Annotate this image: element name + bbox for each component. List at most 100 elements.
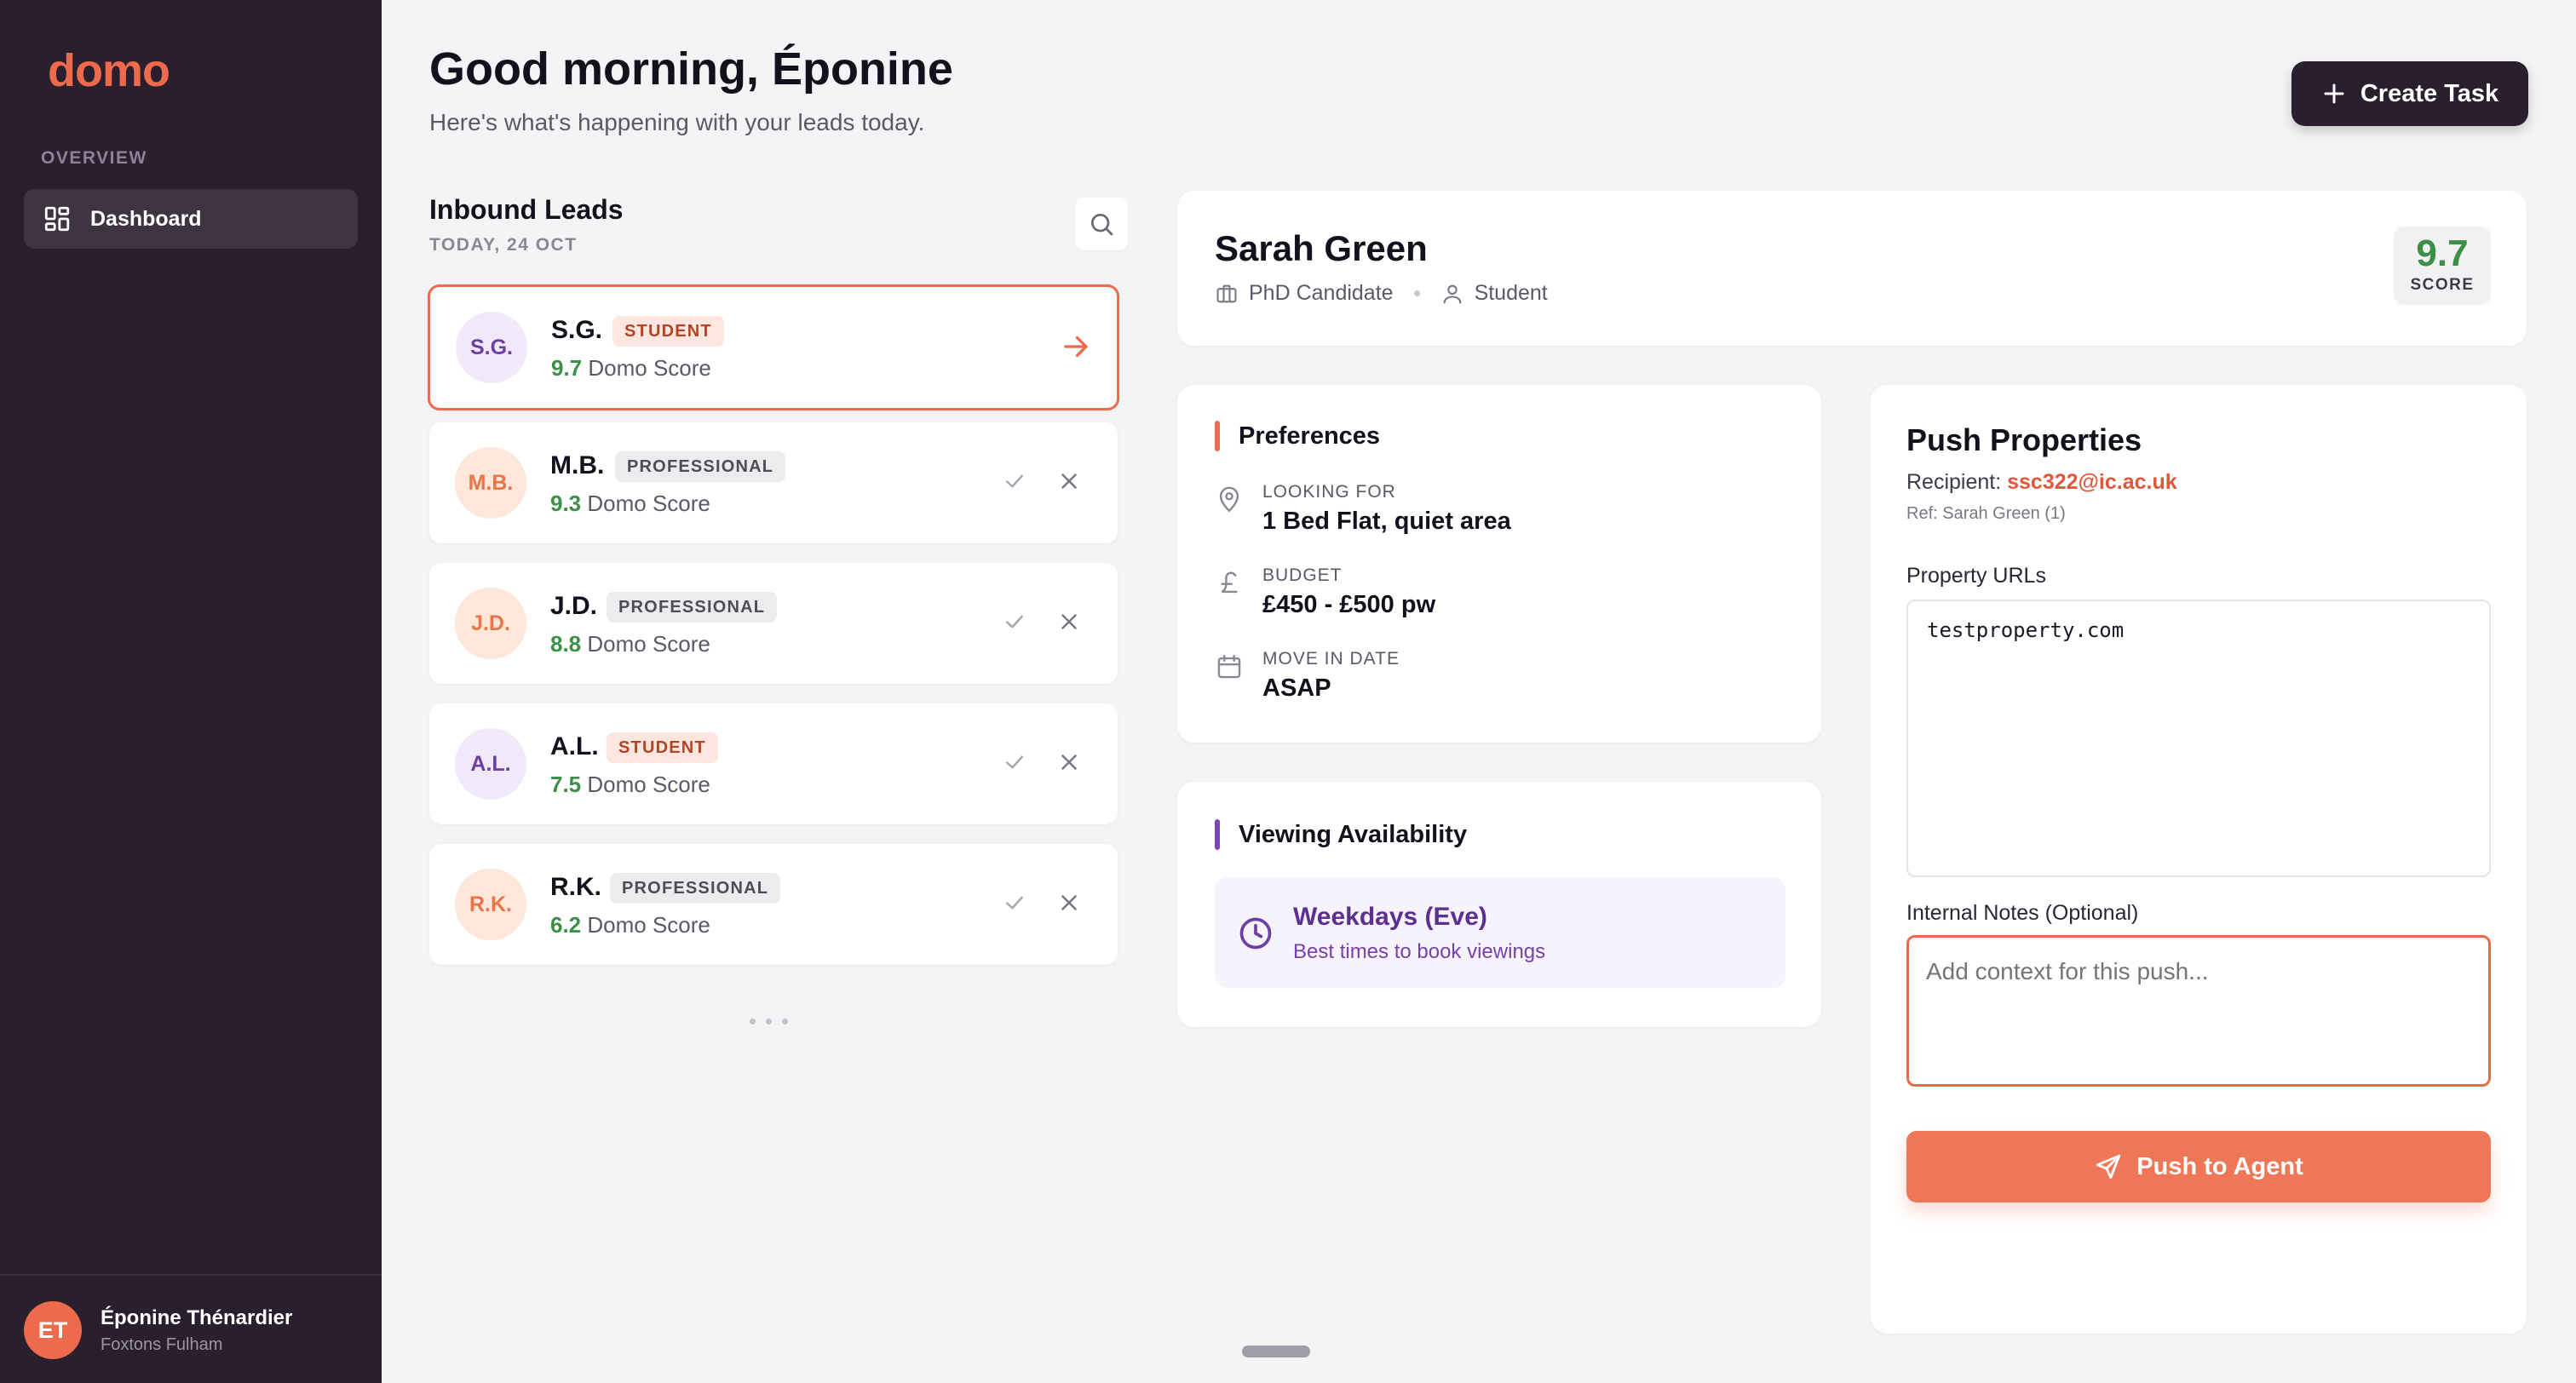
pref-label: LOOKING FOR: [1262, 482, 1396, 502]
sidebar-item-label: Dashboard: [90, 206, 202, 231]
lead-avatar: J.D.: [455, 588, 526, 659]
user-name: Éponine Thénardier: [101, 1306, 293, 1329]
lead-score-value: 6.2: [550, 912, 582, 938]
search-button[interactable]: [1075, 198, 1128, 250]
lead-initials: J.D.: [550, 592, 598, 620]
pref-value: ASAP: [1262, 674, 1331, 702]
lead-avatar: S.G.: [456, 312, 527, 383]
lead-score: 7.5 Domo Score: [550, 772, 710, 798]
page-title: Good morning, Éponine: [429, 43, 953, 95]
pref-label: MOVE IN DATE: [1262, 649, 1400, 669]
internal-notes-label: Internal Notes (Optional): [1906, 901, 2139, 925]
clock-icon: [1239, 917, 1272, 950]
pound-icon: [1221, 571, 1238, 594]
nav-section-label: OVERVIEW: [41, 148, 147, 168]
recipient: Recipient: ssc322@ic.ac.uk: [1906, 470, 2177, 495]
lead-card[interactable]: M.B. M.B. PROFESSIONAL 9.3 Domo Score: [429, 422, 1118, 543]
reject-x-icon[interactable]: [1056, 749, 1082, 775]
recipient-label: Recipient:: [1906, 470, 2002, 494]
lead-score-suffix: Domo Score: [588, 355, 711, 381]
create-task-button[interactable]: Create Task: [2291, 61, 2528, 126]
profile-type: Student: [1474, 281, 1548, 305]
more-indicator: [750, 1019, 788, 1024]
preferences-title-label: Preferences: [1239, 422, 1381, 450]
accept-check-icon[interactable]: [1002, 609, 1027, 634]
lead-score-suffix: Domo Score: [587, 912, 710, 938]
lead-type-tag: STUDENT: [607, 732, 718, 763]
avatar[interactable]: ET: [24, 1301, 82, 1359]
viewing-title: Viewing Availability: [1215, 819, 1467, 850]
pref-label: BUDGET: [1262, 565, 1343, 585]
reject-x-icon[interactable]: [1056, 468, 1082, 494]
viewing-availability-card: Viewing Availability Weekdays (Eve) Best…: [1177, 782, 1821, 1027]
viewing-slot-title: Weekdays (Eve): [1293, 903, 1487, 931]
push-to-agent-button[interactable]: Push to Agent: [1906, 1131, 2491, 1202]
recipient-email[interactable]: ssc322@ic.ac.uk: [2007, 470, 2177, 494]
lead-initials: S.G.: [551, 316, 603, 344]
dashboard-grid-icon: [44, 206, 70, 232]
lead-type-tag: PROFESSIONAL: [615, 451, 786, 482]
app-logo[interactable]: domo: [48, 44, 170, 97]
send-icon: [2096, 1154, 2121, 1179]
arrow-right-icon[interactable]: [1061, 331, 1091, 362]
lead-score-value: 9.7: [551, 355, 583, 381]
lead-type-tag: PROFESSIONAL: [607, 592, 778, 623]
lead-score: 8.8 Domo Score: [550, 631, 710, 657]
property-urls-label: Property URLs: [1906, 564, 2046, 588]
user-profile[interactable]: ET Éponine Thénardier Foxtons Fulham: [0, 1274, 382, 1383]
lead-card[interactable]: A.L. A.L. STUDENT 7.5 Domo Score: [429, 703, 1118, 824]
lead-type-tag: STUDENT: [612, 316, 724, 347]
lead-score-value: 9.3: [550, 491, 582, 516]
viewing-slot-note: Best times to book viewings: [1293, 940, 1546, 963]
lead-avatar: M.B.: [455, 447, 526, 519]
page-subtitle: Here's what's happening with your leads …: [429, 109, 925, 135]
accept-check-icon[interactable]: [1002, 749, 1027, 775]
internal-notes-input[interactable]: [1906, 935, 2491, 1087]
meta-separator: [1413, 290, 1420, 296]
accent-bar: [1215, 819, 1220, 850]
briefcase-icon: [1216, 284, 1237, 302]
lead-initials: A.L.: [550, 732, 599, 760]
score-badge: 9.7 SCORE: [2394, 227, 2491, 305]
preferences-title: Preferences: [1215, 421, 1380, 451]
profile-name: Sarah Green: [1215, 228, 1428, 268]
lead-score-suffix: Domo Score: [587, 491, 710, 516]
lead-score-value: 8.8: [550, 631, 582, 657]
pref-value: 1 Bed Flat, quiet area: [1262, 508, 1511, 535]
create-task-label: Create Task: [2360, 79, 2499, 107]
calendar-icon: [1217, 655, 1241, 679]
lead-card[interactable]: J.D. J.D. PROFESSIONAL 8.8 Domo Score: [429, 563, 1118, 684]
lead-card[interactable]: R.K. R.K. PROFESSIONAL 6.2 Domo Score: [429, 844, 1118, 965]
lead-profile-card: Sarah Green PhD Candidate Student 9.7 SC…: [1177, 191, 2527, 346]
pref-value: £450 - £500 pw: [1262, 591, 1436, 618]
lead-card[interactable]: S.G. S.G. STUDENT 9.7 Domo Score: [428, 284, 1119, 410]
plus-icon: [2324, 83, 2344, 104]
preferences-card: Preferences LOOKING FOR 1 Bed Flat, quie…: [1177, 385, 1821, 743]
reject-x-icon[interactable]: [1056, 890, 1082, 915]
leads-date: TODAY, 24 OCT: [429, 235, 578, 255]
profile-occupation: PhD Candidate: [1249, 281, 1394, 305]
push-to-agent-label: Push to Agent: [2136, 1152, 2303, 1180]
accept-check-icon[interactable]: [1002, 468, 1027, 494]
profile-meta: PhD Candidate Student: [1215, 281, 1548, 306]
push-title: Push Properties: [1906, 422, 2142, 457]
sidebar-item-dashboard[interactable]: Dashboard: [24, 189, 358, 249]
reject-x-icon[interactable]: [1056, 609, 1082, 634]
accept-check-icon[interactable]: [1002, 890, 1027, 915]
lead-score: 9.3 Domo Score: [550, 491, 710, 517]
map-pin-icon: [1219, 486, 1239, 513]
lead-avatar: R.K.: [455, 869, 526, 940]
lead-score-value: 7.5: [550, 772, 582, 797]
push-properties-card: Push Properties Recipient: ssc322@ic.ac.…: [1871, 385, 2527, 1334]
leads-title: Inbound Leads: [429, 194, 624, 225]
user-org: Foxtons Fulham: [101, 1335, 223, 1354]
property-urls-input[interactable]: testproperty.com: [1906, 600, 2491, 877]
accent-bar: [1215, 421, 1220, 451]
sidebar: domo OVERVIEW Dashboard ET Éponine Théna…: [0, 0, 382, 1383]
lead-score: 9.7 Domo Score: [551, 355, 711, 382]
lead-type-tag: PROFESSIONAL: [610, 873, 781, 904]
lead-score-suffix: Domo Score: [587, 631, 710, 657]
viewing-slot: Weekdays (Eve) Best times to book viewin…: [1215, 877, 1785, 988]
lead-avatar: A.L.: [455, 728, 526, 800]
reference: Ref: Sarah Green (1): [1906, 504, 2066, 523]
